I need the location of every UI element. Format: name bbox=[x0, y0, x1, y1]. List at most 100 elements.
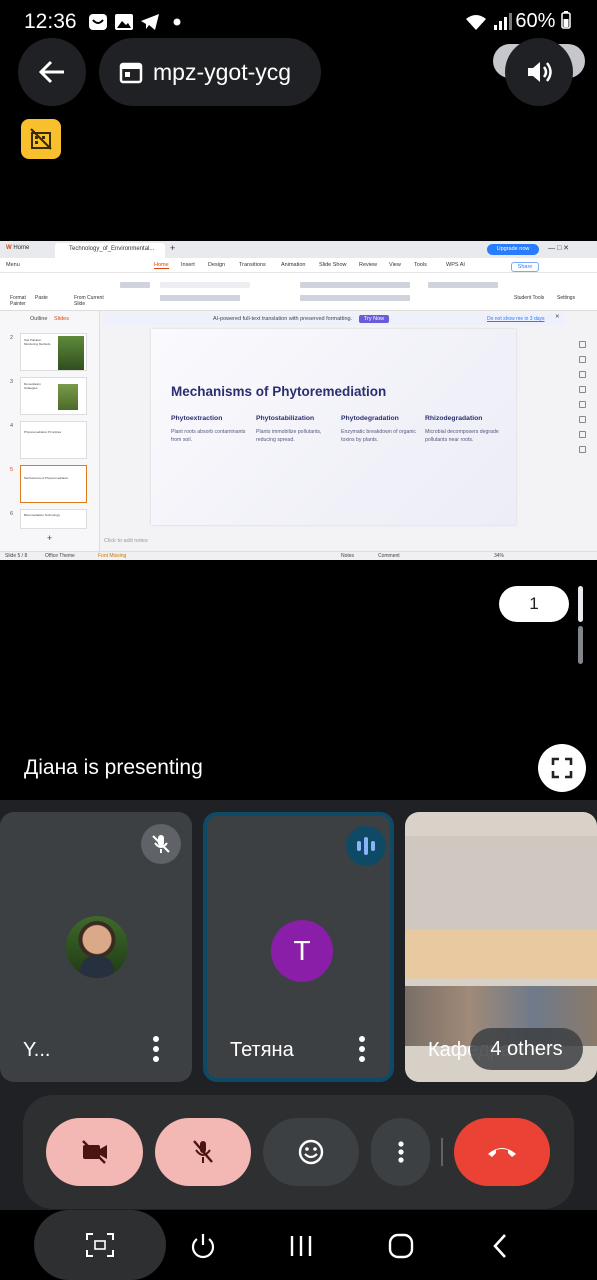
add-slide-icon[interactable]: + bbox=[47, 533, 52, 543]
dismiss-link[interactable]: Do not show me in 3 days bbox=[487, 316, 545, 322]
more-vert-icon bbox=[397, 1141, 404, 1163]
close-icon[interactable]: ✕ bbox=[555, 314, 560, 320]
format-painter-button[interactable]: Format Painter bbox=[10, 295, 36, 307]
scrollbar-thumb[interactable] bbox=[578, 626, 583, 664]
column-body: Plant roots absorb contaminants from soi… bbox=[171, 429, 246, 443]
menu-item-home[interactable]: Home bbox=[154, 262, 169, 269]
thumb-number: 4 bbox=[10, 423, 14, 429]
slide-canvas[interactable]: Mechanisms of Phytoremediation Phytoextr… bbox=[151, 329, 516, 525]
font-name-field[interactable] bbox=[160, 282, 250, 288]
presenting-bar: Діана is presenting bbox=[0, 736, 597, 802]
tab-outline[interactable]: Outline bbox=[30, 316, 47, 322]
upgrade-button[interactable]: Upgrade now bbox=[487, 244, 539, 255]
thumb-title: Bioremediation Technology bbox=[24, 513, 60, 517]
try-now-button[interactable]: Try Now bbox=[359, 315, 389, 323]
signal-icon bbox=[494, 13, 512, 30]
screenshot-capture-button[interactable] bbox=[34, 1210, 166, 1280]
right-toolbar[interactable] bbox=[576, 341, 590, 501]
from-current-slide-button[interactable]: From Current Slide bbox=[74, 295, 110, 307]
menu-item-view[interactable]: View bbox=[389, 262, 401, 268]
slide-thumbnail[interactable]: Soil Pollution Monitoring Methods bbox=[20, 333, 87, 371]
mic-off-icon bbox=[152, 835, 170, 853]
status-bar: 12:36 60% bbox=[0, 0, 597, 44]
scrollbar-track[interactable] bbox=[578, 586, 583, 622]
status-bar-app: Slide 5 / 8 Office Theme Font Missing No… bbox=[0, 551, 597, 560]
tab-slides[interactable]: Slides bbox=[54, 316, 69, 322]
menu-item-design[interactable]: Design bbox=[208, 262, 225, 268]
shape-controls[interactable] bbox=[428, 282, 498, 288]
gallery-icon bbox=[115, 14, 133, 30]
alignment-controls[interactable] bbox=[300, 295, 410, 301]
camera-off-icon bbox=[81, 1140, 107, 1164]
battery-text: 60% bbox=[515, 10, 556, 32]
menu-item-transitions[interactable]: Transitions bbox=[239, 262, 266, 268]
comment-button[interactable]: Comment bbox=[378, 553, 400, 559]
settings-button[interactable]: Settings bbox=[557, 295, 575, 301]
others-count[interactable]: 4 others bbox=[470, 1028, 583, 1070]
layout-control[interactable] bbox=[120, 282, 150, 288]
new-tab-icon[interactable]: + bbox=[170, 243, 175, 253]
home-icon[interactable] bbox=[386, 1231, 416, 1261]
font-style-controls[interactable] bbox=[160, 295, 240, 301]
power-icon[interactable] bbox=[188, 1231, 218, 1261]
menu-item-insert[interactable]: Insert bbox=[181, 262, 195, 268]
thumb-title: Soil Pollution Monitoring Methods bbox=[24, 338, 51, 346]
slide-title: Mechanisms of Phytoremediation bbox=[171, 384, 387, 399]
camera-toggle-button[interactable] bbox=[46, 1118, 143, 1186]
no-caption-badge[interactable] bbox=[21, 119, 61, 159]
arrow-back-icon bbox=[38, 60, 64, 84]
slide-thumbnail[interactable]: Remediation Strategies bbox=[20, 377, 87, 415]
more-options-icon[interactable] bbox=[354, 1034, 370, 1064]
paste-button[interactable]: Paste bbox=[35, 295, 48, 301]
column-heading: Rhizodegradation bbox=[425, 415, 483, 422]
end-call-button[interactable] bbox=[454, 1118, 550, 1186]
share-button[interactable]: Share bbox=[511, 262, 539, 272]
meeting-code-pill[interactable]: mpz-ygot-ycg bbox=[99, 38, 321, 106]
participant-tile[interactable]: Y... bbox=[0, 812, 192, 1082]
slide-thumbnail[interactable]: Phytoremediation Principles bbox=[20, 421, 87, 459]
menu-item-slideshow[interactable]: Slide Show bbox=[319, 262, 347, 268]
slide-thumbnail-selected[interactable]: Mechanisms of Phytoremediation bbox=[20, 465, 87, 503]
avatar: T bbox=[271, 920, 333, 982]
participant-name: Y... bbox=[23, 1039, 51, 1061]
reactions-button[interactable] bbox=[263, 1118, 359, 1186]
battery-icon bbox=[561, 11, 571, 29]
back-nav-icon[interactable] bbox=[488, 1231, 512, 1261]
recent-apps-icon[interactable] bbox=[288, 1231, 314, 1261]
app-notification-icon bbox=[89, 14, 107, 30]
font-missing[interactable]: Font Missing bbox=[98, 553, 126, 559]
menu-item-review[interactable]: Review bbox=[359, 262, 377, 268]
mic-toggle-button[interactable] bbox=[155, 1118, 251, 1186]
menu-item-wps-ai[interactable]: WPS AI bbox=[446, 262, 465, 268]
more-options-icon[interactable] bbox=[148, 1034, 164, 1064]
building-off-icon bbox=[30, 128, 52, 150]
notes-button[interactable]: Notes bbox=[341, 553, 354, 559]
audio-level-bar bbox=[371, 841, 375, 851]
page-counter[interactable]: 1 bbox=[499, 586, 569, 622]
column-heading: Phytostabilization bbox=[256, 415, 315, 422]
menu-item-menu[interactable]: Menu bbox=[6, 262, 20, 268]
participant-tile-active-speaker[interactable]: T Тетяна bbox=[203, 812, 394, 1082]
divider bbox=[441, 1138, 443, 1166]
slide-panel: Outline Slides 2 Soil Pollution Monitori… bbox=[0, 311, 100, 551]
capture-icon bbox=[86, 1233, 114, 1257]
tab-document[interactable]: Technology_of_Environmental... bbox=[55, 243, 165, 258]
column-body: Plants immobilize pollutants, reducing s… bbox=[256, 429, 322, 443]
wifi-icon bbox=[466, 15, 486, 30]
fullscreen-button[interactable] bbox=[538, 744, 586, 792]
audio-output-button[interactable] bbox=[505, 38, 573, 106]
slide-thumbnail[interactable]: Bioremediation Technology bbox=[20, 509, 87, 529]
thumb-title: Phytoremediation Principles bbox=[24, 430, 62, 434]
menu-item-animation[interactable]: Animation bbox=[281, 262, 305, 268]
notes-placeholder[interactable]: Click to add notes bbox=[104, 538, 148, 544]
back-button[interactable] bbox=[18, 38, 86, 106]
student-tools-button[interactable]: Student Tools bbox=[514, 295, 544, 301]
tab-home[interactable]: W Home bbox=[6, 245, 29, 251]
thumb-title: Remediation Strategies bbox=[24, 382, 41, 390]
zoom-level: 34% bbox=[494, 553, 505, 559]
thumb-number: 2 bbox=[10, 335, 14, 341]
menu-item-tools[interactable]: Tools bbox=[414, 262, 427, 268]
window-controls[interactable]: — □ ✕ bbox=[548, 244, 569, 252]
paragraph-controls[interactable] bbox=[300, 282, 410, 288]
more-actions-button[interactable] bbox=[371, 1118, 430, 1186]
